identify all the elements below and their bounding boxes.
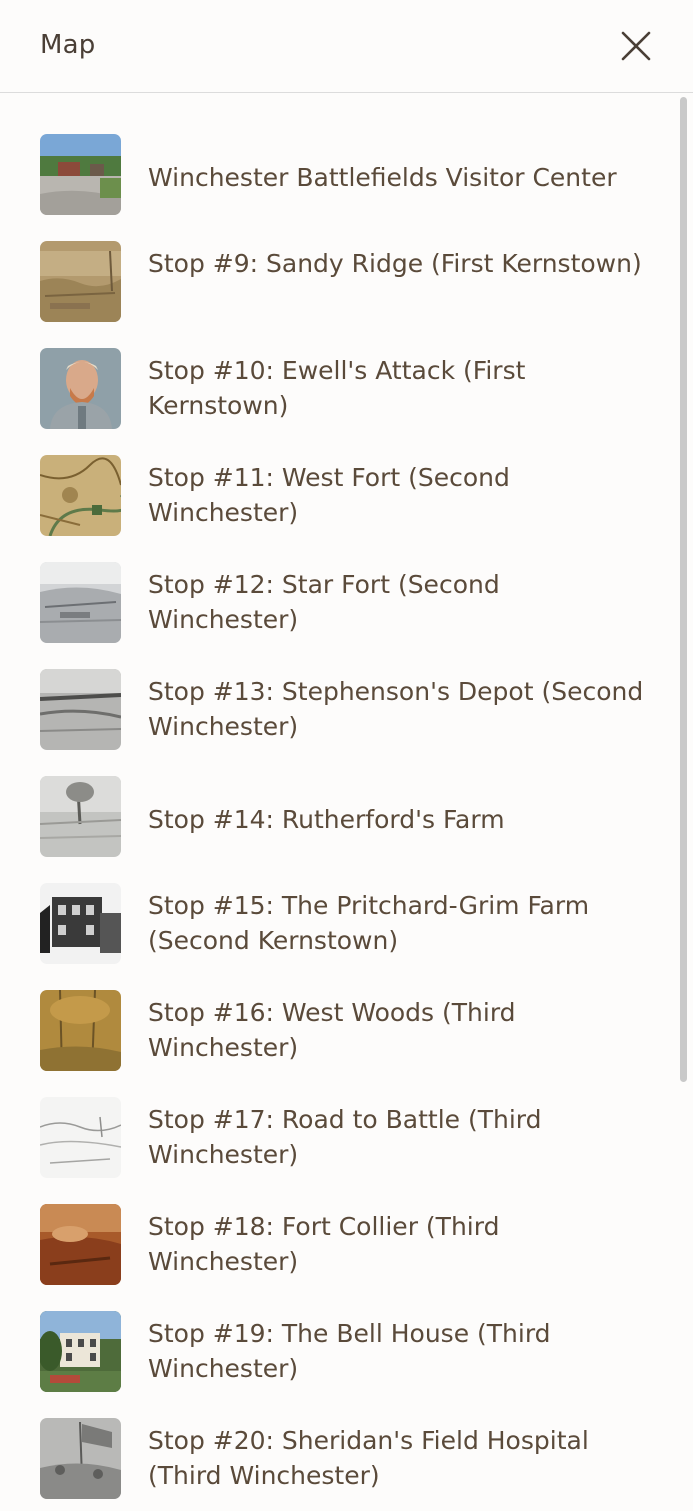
pritchard-grim-house-thumbnail [40, 883, 121, 964]
list-item[interactable]: Stop #19: The Bell House (Third Winchest… [0, 1297, 676, 1404]
list-item[interactable]: Stop #17: Road to Battle (Third Winchest… [0, 1083, 676, 1190]
list-item[interactable]: Stop #10: Ewell's Attack (First Kernstow… [0, 334, 676, 441]
list-item[interactable]: Stop #20: Sheridan's Field Hospital (Thi… [0, 1404, 676, 1511]
list-item[interactable]: Stop #18: Fort Collier (Third Winchester… [0, 1190, 676, 1297]
fort-collier-thumbnail [40, 1204, 121, 1285]
stop-label: Stop #16: West Woods (Third Winchester) [148, 998, 516, 1062]
list-item[interactable]: Stop #16: West Woods (Third Winchester) [0, 976, 676, 1083]
west-fort-map-thumbnail [40, 455, 121, 536]
close-icon [621, 31, 651, 61]
stop-label: Stop #19: The Bell House (Third Winchest… [148, 1319, 551, 1383]
panel-header: Map [0, 0, 693, 93]
rutherfords-farm-thumbnail [40, 776, 121, 857]
stop-label: Stop #9: Sandy Ridge (First Kernstown) [148, 249, 642, 278]
stop-label: Stop #17: Road to Battle (Third Winchest… [148, 1105, 542, 1169]
stop-label: Stop #12: Star Fort (Second Winchester) [148, 570, 500, 634]
sandy-ridge-thumbnail [40, 241, 121, 322]
road-to-battle-thumbnail [40, 1097, 121, 1178]
stop-label: Stop #14: Rutherford's Farm [148, 805, 505, 834]
bell-house-thumbnail [40, 1311, 121, 1392]
list-item[interactable]: Winchester Battlefields Visitor Center [0, 120, 676, 227]
stop-label: Stop #11: West Fort (Second Winchester) [148, 463, 510, 527]
scrollbar[interactable] [680, 97, 687, 1082]
stop-label: Winchester Battlefields Visitor Center [148, 163, 617, 192]
list-item[interactable]: Stop #14: Rutherford's Farm [0, 762, 676, 869]
visitor-center-thumbnail [40, 134, 121, 215]
stop-label: Stop #18: Fort Collier (Third Winchester… [148, 1212, 500, 1276]
west-woods-thumbnail [40, 990, 121, 1071]
page-title: Map [40, 30, 96, 60]
stop-label: Stop #10: Ewell's Attack (First Kernstow… [148, 356, 526, 420]
stop-label: Stop #20: Sheridan's Field Hospital (Thi… [148, 1426, 589, 1490]
stop-label: Stop #13: Stephenson's Depot (Second Win… [148, 677, 644, 741]
stephensons-depot-thumbnail [40, 669, 121, 750]
list-item[interactable]: Stop #15: The Pritchard-Grim Farm (Secon… [0, 869, 676, 976]
list-item[interactable]: Stop #12: Star Fort (Second Winchester) [0, 548, 676, 655]
list-item[interactable]: Stop #9: Sandy Ridge (First Kernstown) [0, 227, 676, 334]
stop-label: Stop #15: The Pritchard-Grim Farm (Secon… [148, 891, 590, 955]
list-item[interactable]: Stop #11: West Fort (Second Winchester) [0, 441, 676, 548]
list-item[interactable]: Stop #13: Stephenson's Depot (Second Win… [0, 655, 676, 762]
ewell-portrait-thumbnail [40, 348, 121, 429]
close-button[interactable] [616, 28, 656, 68]
field-hospital-thumbnail [40, 1418, 121, 1499]
star-fort-thumbnail [40, 562, 121, 643]
